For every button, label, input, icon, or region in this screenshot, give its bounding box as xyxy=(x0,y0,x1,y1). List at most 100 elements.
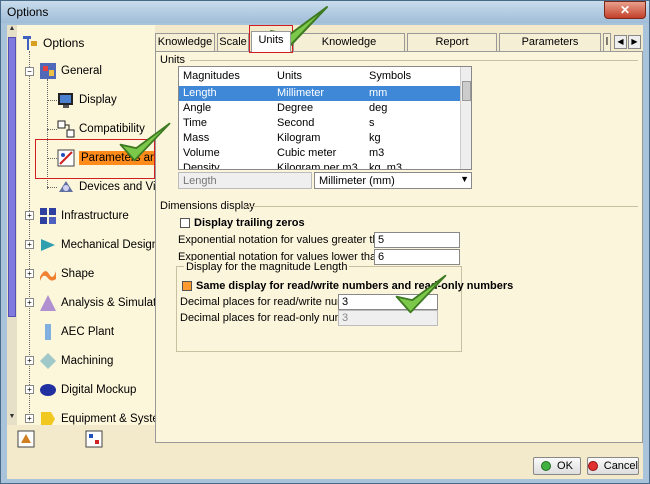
cell-symbol: deg xyxy=(369,102,388,114)
tree-item-shape[interactable]: Shape xyxy=(39,264,94,284)
units-list-scrollbar[interactable] xyxy=(460,67,471,169)
magnitude-group-title: Display for the magnitude Length xyxy=(184,261,350,273)
tree-item-analysis[interactable]: Analysis & Simulati xyxy=(39,293,155,313)
collapse-toggle-icon[interactable]: − xyxy=(25,67,34,76)
reset-options-icon[interactable] xyxy=(17,430,35,448)
cell-magnitude: Density xyxy=(183,162,220,170)
cell-unit: Kilogram xyxy=(277,132,321,144)
tree-item-label: Devices and Vir xyxy=(79,181,155,193)
trailing-zeros-checkbox[interactable] xyxy=(180,218,190,228)
tab-overflow[interactable]: l xyxy=(603,33,611,51)
same-display-checkbox[interactable] xyxy=(182,281,192,291)
cell-unit: Second xyxy=(277,117,315,129)
tree-item-display[interactable]: Display xyxy=(57,90,117,110)
tree-item-equipment[interactable]: Equipment & Syste xyxy=(39,409,155,425)
table-row[interactable]: Density Kilogram per m3 kg_m3 xyxy=(179,161,461,170)
units-list-scroll-thumb[interactable] xyxy=(462,81,471,101)
tab-scale[interactable]: Scale xyxy=(217,33,249,51)
units-list[interactable]: Magnitudes Units Symbols Length Millimet… xyxy=(178,66,472,170)
window-title: Options xyxy=(7,5,49,19)
check-mark-icon xyxy=(119,122,171,162)
tree-item-options[interactable]: Options xyxy=(21,33,84,53)
tree-connector xyxy=(47,129,57,130)
tree-item-aec-plant[interactable]: AEC Plant xyxy=(39,322,114,342)
close-button[interactable]: ✕ xyxy=(604,1,646,19)
cell-magnitude: Time xyxy=(183,117,208,129)
options-icon xyxy=(23,36,37,50)
tree-item-mechanical-design[interactable]: Mechanical Design xyxy=(39,235,155,255)
expand-toggle-icon[interactable]: + xyxy=(25,414,34,423)
tree-item-infrastructure[interactable]: Infrastructure xyxy=(39,206,129,226)
unit-select[interactable]: Millimeter (mm) ▼ xyxy=(314,172,472,189)
cancel-dot-icon xyxy=(588,461,598,471)
shape-icon xyxy=(40,271,56,281)
section-divider xyxy=(190,60,638,61)
table-row[interactable]: Angle Degree deg xyxy=(179,101,461,116)
cell-unit: Cubic meter xyxy=(277,147,337,159)
table-row[interactable]: Time Second s xyxy=(179,116,461,131)
tree-item-label: AEC Plant xyxy=(61,326,115,338)
expand-toggle-icon[interactable]: + xyxy=(25,240,34,249)
exp-lower-input[interactable]: 6 xyxy=(374,249,460,265)
table-row[interactable]: Volume Cubic meter m3 xyxy=(179,146,461,161)
tree-item-machining[interactable]: Machining xyxy=(39,351,113,371)
aec-plant-icon xyxy=(45,324,51,340)
cell-symbol: kg xyxy=(369,132,381,144)
tab-knowledge[interactable]: Knowledge xyxy=(155,33,215,51)
section-divider xyxy=(244,206,638,207)
same-display-label: Same display for read/write numbers and … xyxy=(196,280,514,292)
tab-strip: Knowledge Scale Units Knowledge Environm… xyxy=(155,31,643,64)
tree-scrollbar[interactable]: ▲ ▼ xyxy=(7,25,17,425)
tab-report-generation[interactable]: Report Generation xyxy=(407,33,497,64)
cell-unit: Degree xyxy=(277,102,314,114)
display-icon xyxy=(58,93,73,108)
exp-greater-input[interactable]: 5 xyxy=(374,232,460,248)
expand-toggle-icon[interactable]: + xyxy=(25,211,34,220)
tree-item-general[interactable]: General xyxy=(39,61,102,81)
column-header-symbols[interactable]: Symbols xyxy=(369,70,411,82)
units-section-title: Units xyxy=(160,54,186,66)
options-window: Options ✕ ▲ ▼ Options − General Display … xyxy=(0,0,650,484)
trailing-zeros-label: Display trailing zeros xyxy=(194,217,305,229)
tree-item-devices[interactable]: Devices and Vir xyxy=(57,177,155,197)
scroll-up-arrow-icon[interactable]: ▲ xyxy=(7,25,17,35)
equipment-icon xyxy=(41,412,55,425)
tree-item-label: Analysis & Simulati xyxy=(61,297,155,309)
tree-item-label: Shape xyxy=(61,268,95,280)
cell-symbol: kg_m3 xyxy=(369,162,403,170)
cancel-button[interactable]: Cancel xyxy=(587,457,639,475)
tree-item-label: Display xyxy=(79,94,117,106)
column-header-magnitudes[interactable]: Magnitudes xyxy=(183,70,240,82)
scroll-down-arrow-icon[interactable]: ▼ xyxy=(7,413,17,423)
table-row[interactable]: Length Millimeter mm xyxy=(179,86,461,101)
ok-dot-icon xyxy=(541,461,552,471)
expand-toggle-icon[interactable]: + xyxy=(25,298,34,307)
cell-symbol: m3 xyxy=(369,147,385,159)
cancel-label: Cancel xyxy=(603,460,638,472)
compatibility-icon xyxy=(57,120,75,138)
dimensions-section-title: Dimensions display xyxy=(160,200,255,212)
expand-toggle-icon[interactable]: + xyxy=(25,385,34,394)
chevron-down-icon[interactable]: ▼ xyxy=(460,174,469,184)
expand-toggle-icon[interactable]: + xyxy=(25,269,34,278)
cell-unit: Kilogram per m3 xyxy=(277,162,358,170)
tree-connector xyxy=(29,51,30,421)
tree-connector xyxy=(47,187,57,188)
tree-item-label: General xyxy=(61,65,102,77)
options-tree-icon[interactable] xyxy=(85,430,103,448)
tab-scroll-right-icon[interactable]: ▶ xyxy=(628,35,641,49)
tree-item-label: Machining xyxy=(61,355,114,367)
ok-button[interactable]: OK xyxy=(533,457,581,475)
tree-scroll-thumb[interactable] xyxy=(8,37,16,317)
ok-label: OK xyxy=(557,460,573,472)
tab-scroll-left-icon[interactable]: ◀ xyxy=(614,35,627,49)
tab-parameters-tolerance[interactable]: Parameters Tolerance xyxy=(499,33,601,64)
table-row[interactable]: Mass Kilogram kg xyxy=(179,131,461,146)
column-header-units[interactable]: Units xyxy=(277,70,302,82)
tree-item-digital-mockup[interactable]: Digital Mockup xyxy=(39,380,136,400)
tab-units[interactable]: Units xyxy=(251,31,291,52)
tree-toolbar xyxy=(7,427,155,451)
tree-item-label: Equipment & Syste xyxy=(61,413,155,425)
unit-select-value: Millimeter (mm) xyxy=(319,175,395,187)
expand-toggle-icon[interactable]: + xyxy=(25,356,34,365)
